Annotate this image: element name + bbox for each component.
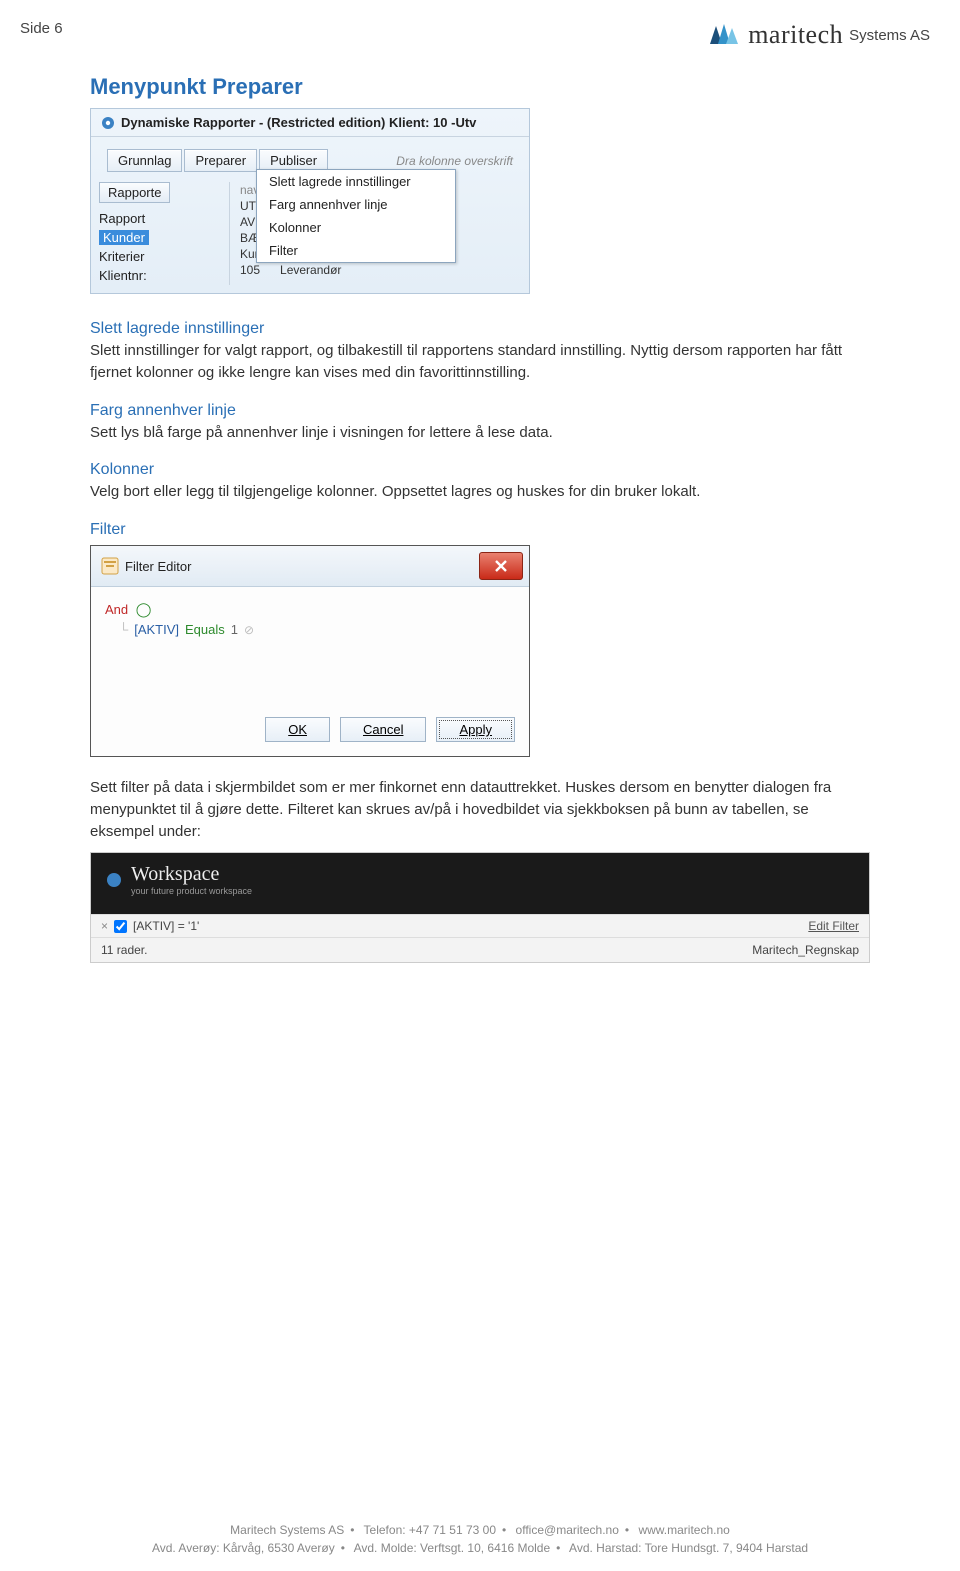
close-button[interactable] — [479, 552, 523, 580]
filter-expression: [AKTIV] = '1' — [133, 919, 199, 933]
preparer-dropdown: Slett lagrede innstillinger Farg annenhv… — [256, 169, 456, 263]
paragraph: Slett innstillinger for valgt rapport, o… — [90, 340, 870, 384]
filter-operator[interactable]: Equals — [185, 622, 225, 637]
filter-editor-icon — [101, 557, 119, 575]
workspace-subtitle: your future product workspace — [131, 886, 252, 896]
remove-condition-icon[interactable]: ⊘ — [244, 623, 254, 637]
list-item: Leverandør — [280, 263, 341, 277]
brand-suffix: Systems AS — [849, 27, 930, 44]
workspace-icon — [105, 871, 123, 889]
footer-email: office@maritech.no — [516, 1523, 619, 1537]
edit-filter-link[interactable]: Edit Filter — [808, 919, 859, 933]
filter-value[interactable]: 1 — [231, 622, 238, 637]
filter-root-op[interactable]: And — [105, 602, 128, 617]
menu-farg-linje[interactable]: Farg annenhver linje — [257, 193, 455, 216]
screenshot-preparer-menu: Dynamiske Rapporter - (Restricted editio… — [90, 108, 530, 294]
page-number: Side 6 — [20, 20, 63, 37]
list-item-num: 105 — [240, 263, 260, 277]
footer-bar-example: Workspace your future product workspace … — [90, 852, 870, 963]
left-row-kunder[interactable]: Kunder — [99, 230, 149, 245]
left-row-klientnr: Klientnr: — [99, 266, 229, 285]
brand-name: maritech — [748, 20, 843, 50]
filter-field[interactable]: [AKTIV] — [134, 622, 179, 637]
menu-filter[interactable]: Filter — [257, 239, 455, 262]
page-footer: Maritech Systems AS• Telefon: +47 71 51 … — [0, 1521, 960, 1557]
filter-toggle-checkbox[interactable] — [114, 920, 127, 933]
tree-branch-icon: └ — [119, 622, 128, 637]
subheading-kolonner: Kolonner — [90, 461, 870, 479]
window-title: Dynamiske Rapporter - (Restricted editio… — [121, 115, 476, 130]
ok-label: OK — [288, 722, 307, 737]
subheading-slett: Slett lagrede innstillinger — [90, 320, 870, 338]
subheading-filter: Filter — [90, 521, 870, 539]
db-name: Maritech_Regnskap — [752, 943, 859, 957]
column-drag-hint: Dra kolonne overskrift — [396, 154, 513, 168]
tab-preparer[interactable]: Preparer — [184, 149, 257, 172]
tab-grunnlag[interactable]: Grunnlag — [107, 149, 182, 172]
workspace-title: Workspace — [131, 863, 219, 885]
row-count: 11 rader. — [101, 943, 147, 957]
clear-filter-icon[interactable]: × — [101, 919, 108, 933]
paragraph: Sett lys blå farge på annenhver linje i … — [90, 422, 870, 444]
menu-kolonner[interactable]: Kolonner — [257, 216, 455, 239]
cancel-label: Cancel — [363, 722, 403, 737]
add-condition-icon[interactable]: ◯ — [136, 601, 152, 617]
subheading-farg: Farg annenhver linje — [90, 402, 870, 420]
apply-label: Apply — [459, 722, 492, 737]
footer-addr-molde: Avd. Molde: Verftsgt. 10, 6416 Molde — [354, 1541, 551, 1555]
left-row-kriterier: Kriterier — [99, 247, 229, 266]
main-heading: Menypunkt Preparer — [90, 74, 870, 100]
menu-slett-lagrede[interactable]: Slett lagrede innstillinger — [257, 170, 455, 193]
footer-addr-harstad: Avd. Harstad: Tore Hundsgt. 7, 9404 Hars… — [569, 1541, 808, 1555]
logo-icon — [708, 22, 742, 48]
rapporte-button[interactable]: Rapporte — [99, 182, 170, 203]
footer-phone: Telefon: +47 71 51 73 00 — [364, 1523, 496, 1537]
ok-button[interactable]: OK — [265, 717, 330, 742]
close-icon — [494, 559, 508, 573]
cancel-button[interactable]: Cancel — [340, 717, 426, 742]
brand-logo: maritech Systems AS — [708, 20, 930, 50]
footer-addr-averoy: Avd. Averøy: Kårvåg, 6530 Averøy — [152, 1541, 335, 1555]
app-icon — [101, 116, 115, 130]
paragraph: Velg bort eller legg til tilgjengelige k… — [90, 481, 870, 503]
apply-button[interactable]: Apply — [436, 717, 515, 742]
footer-company: Maritech Systems AS — [230, 1523, 344, 1537]
footer-web: www.maritech.no — [638, 1523, 729, 1537]
left-row-rapport: Rapport — [99, 209, 229, 228]
paragraph: Sett filter på data i skjermbildet som e… — [90, 777, 870, 842]
filter-editor-title: Filter Editor — [125, 559, 479, 574]
filter-editor-dialog: Filter Editor And ◯ └ [AKTIV] Equals 1 ⊘… — [90, 545, 530, 757]
